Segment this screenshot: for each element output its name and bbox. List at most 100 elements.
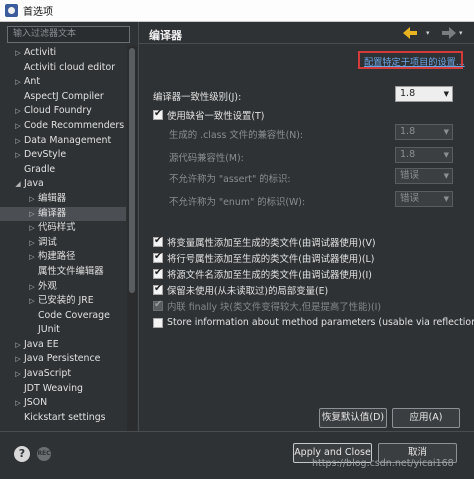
tree-item[interactable]: Kickstart settings [0,411,126,426]
tree-item[interactable]: ▷ DevStyle [0,148,126,163]
classfile-option-row[interactable]: Store information about method parameter… [153,317,474,328]
tree-item[interactable]: ▷ Code Recommenders [0,119,126,134]
filter-input[interactable]: 输入过滤器文本 [7,26,130,43]
tree-item[interactable]: Activiti cloud editor [0,61,126,76]
classfile-option-row[interactable]: 将行号属性添加至生成的类文件(由调试器使用)(L) [153,251,374,265]
tree-item[interactable]: Gradle [0,163,126,178]
tree-item[interactable]: ▷ 已安装的 JRE [0,294,126,309]
classfile-option-row[interactable]: 内联 finally 块(类文件变得较大,但是提高了性能)(I) [153,299,381,313]
tree-item[interactable]: ▷ 编译器 [0,206,126,222]
option-checkbox[interactable] [153,299,163,311]
tree-item[interactable]: Code Coverage [0,309,126,324]
tree-scrollbar[interactable] [127,46,137,431]
expanded-arrow-icon[interactable]: ◢ [12,177,24,192]
expand-arrow-icon[interactable]: ▷ [26,221,38,236]
project-specific-settings-link[interactable]: 配置特定于项目的设置... [364,54,465,68]
tree-item[interactable]: ▷ JavaScript [0,367,126,382]
tree-item-label: Code Coverage [38,309,110,321]
tree-item-label: 外观 [38,280,57,292]
restore-defaults-button[interactable]: 恢复默认值(D) [319,408,387,428]
tree-item[interactable]: ▷ 构建路径 [0,250,126,265]
tree-item[interactable]: ▷ JSON [0,396,126,411]
tree-item[interactable]: ▷ Cloud Foundry [0,104,126,119]
use-default-compliance-checkbox[interactable] [153,108,163,120]
tree-item[interactable]: JDT Weaving [0,382,126,397]
title-bar: 首选项 [0,0,474,22]
tree-item-label: JSON [24,397,48,409]
expand-arrow-icon[interactable]: ▷ [12,104,24,119]
tree-item-label: Kickstart settings [24,411,106,423]
expand-arrow-icon[interactable]: ▷ [12,352,24,367]
forward-arrow-icon[interactable] [435,27,457,39]
tree-item[interactable]: ◢ Java [0,177,126,192]
tree-item[interactable]: ▷ Activiti [0,46,126,61]
compliance-level-label: 编译器一致性级别(J): [153,92,242,103]
generated-class-compat-value: 1.8 [400,126,416,137]
option-checkbox[interactable] [153,317,163,328]
preferences-tree-panel: 输入过滤器文本 ▷ Activiti Activiti cloud editor ▷ A… [0,22,138,431]
option-label: 将行号属性添加至生成的类文件(由调试器使用)(L) [167,254,375,265]
expand-arrow-icon[interactable]: ▷ [12,367,24,382]
tree-item[interactable]: ▷ 代码样式 [0,221,126,236]
option-checkbox[interactable] [153,251,163,263]
tree-item-label: Activiti [24,47,57,58]
tree-item[interactable]: ▷ 外观 [0,280,126,295]
option-checkbox[interactable] [153,267,163,279]
apply-button[interactable]: 应用(A) [392,408,460,428]
classfile-option-row[interactable]: 保留未使用(从未读取过)的局部变量(E) [153,283,328,297]
scrollbar-thumb[interactable] [129,48,135,293]
chevron-down-icon: ▼ [443,172,449,180]
tree-item-label: Code Recommenders [24,119,125,131]
forward-dropdown-icon[interactable]: ▾ [459,27,466,39]
tree-item[interactable]: 属性文件编辑器 [0,265,126,280]
tree-item-label: JUnit [38,324,60,336]
expand-arrow-icon[interactable]: ▷ [12,134,24,149]
panel-header: 编译器 ▾ ▾ [139,22,474,44]
tree-item-label: Ant [24,76,41,88]
source-compat-label: 源代码兼容性(M): [169,153,244,164]
tree-item-label: Gradle [24,163,56,175]
option-checkbox[interactable] [153,235,163,247]
classfile-option-row[interactable]: 将变量属性添加至生成的类文件(由调试器使用)(V) [153,235,376,249]
classfile-option-row[interactable]: 将源文件名添加至生成的类文件(由调试器使用)(I) [153,267,372,281]
expand-arrow-icon[interactable]: ▷ [26,294,38,309]
tree-item[interactable]: ▷ Java Persistence [0,352,126,367]
compliance-level-select[interactable]: 1.8 ▼ [395,86,453,102]
expand-arrow-icon[interactable]: ▷ [26,192,38,207]
expand-arrow-icon[interactable]: ▷ [26,207,38,222]
expand-arrow-icon[interactable]: ▷ [26,236,38,251]
enum-identifier-select[interactable]: 错误 ▼ [395,191,453,207]
expand-arrow-icon[interactable]: ▷ [12,46,24,61]
tree-item[interactable]: ▷ Java EE [0,338,126,353]
tree-item[interactable]: ▷ Data Management [0,134,126,149]
expand-arrow-icon[interactable]: ▷ [12,119,24,134]
source-compat-select[interactable]: 1.8 ▼ [395,147,453,163]
tree-item-label: 属性文件编辑器 [38,265,104,277]
expand-arrow-icon[interactable]: ▷ [12,338,24,353]
assert-identifier-value: 错误 [400,170,420,181]
footer-divider [0,431,474,432]
expand-arrow-icon[interactable]: ▷ [12,75,24,90]
tree-item-label: Java EE [24,338,59,350]
preferences-app-icon [5,4,18,17]
tree-item[interactable]: AspectJ Compiler [0,90,126,105]
chevron-down-icon: ▼ [443,90,449,98]
assert-identifier-select[interactable]: 错误 ▼ [395,168,453,184]
back-dropdown-icon[interactable]: ▾ [426,27,433,39]
expand-arrow-icon[interactable]: ▷ [12,396,24,411]
option-checkbox[interactable] [153,283,163,295]
help-icon[interactable]: ? [14,446,30,462]
tree-item[interactable]: ▷ 调试 [0,236,126,251]
tree-item[interactable]: ▷ 编辑器 [0,192,126,207]
generated-class-compat-select[interactable]: 1.8 ▼ [395,124,453,140]
back-arrow-icon[interactable] [402,27,424,39]
use-default-compliance-row[interactable]: 使用缺省一致性设置(T) [153,108,264,122]
tree-item-label: 代码样式 [38,222,76,234]
option-label: Store information about method parameter… [167,317,474,328]
expand-arrow-icon[interactable]: ▷ [26,280,38,295]
record-macro-icon[interactable]: REC [37,447,51,461]
tree-item[interactable]: JUnit [0,323,126,338]
expand-arrow-icon[interactable]: ▷ [12,148,24,163]
tree-item[interactable]: ▷ Ant [0,75,126,90]
expand-arrow-icon[interactable]: ▷ [26,250,38,265]
